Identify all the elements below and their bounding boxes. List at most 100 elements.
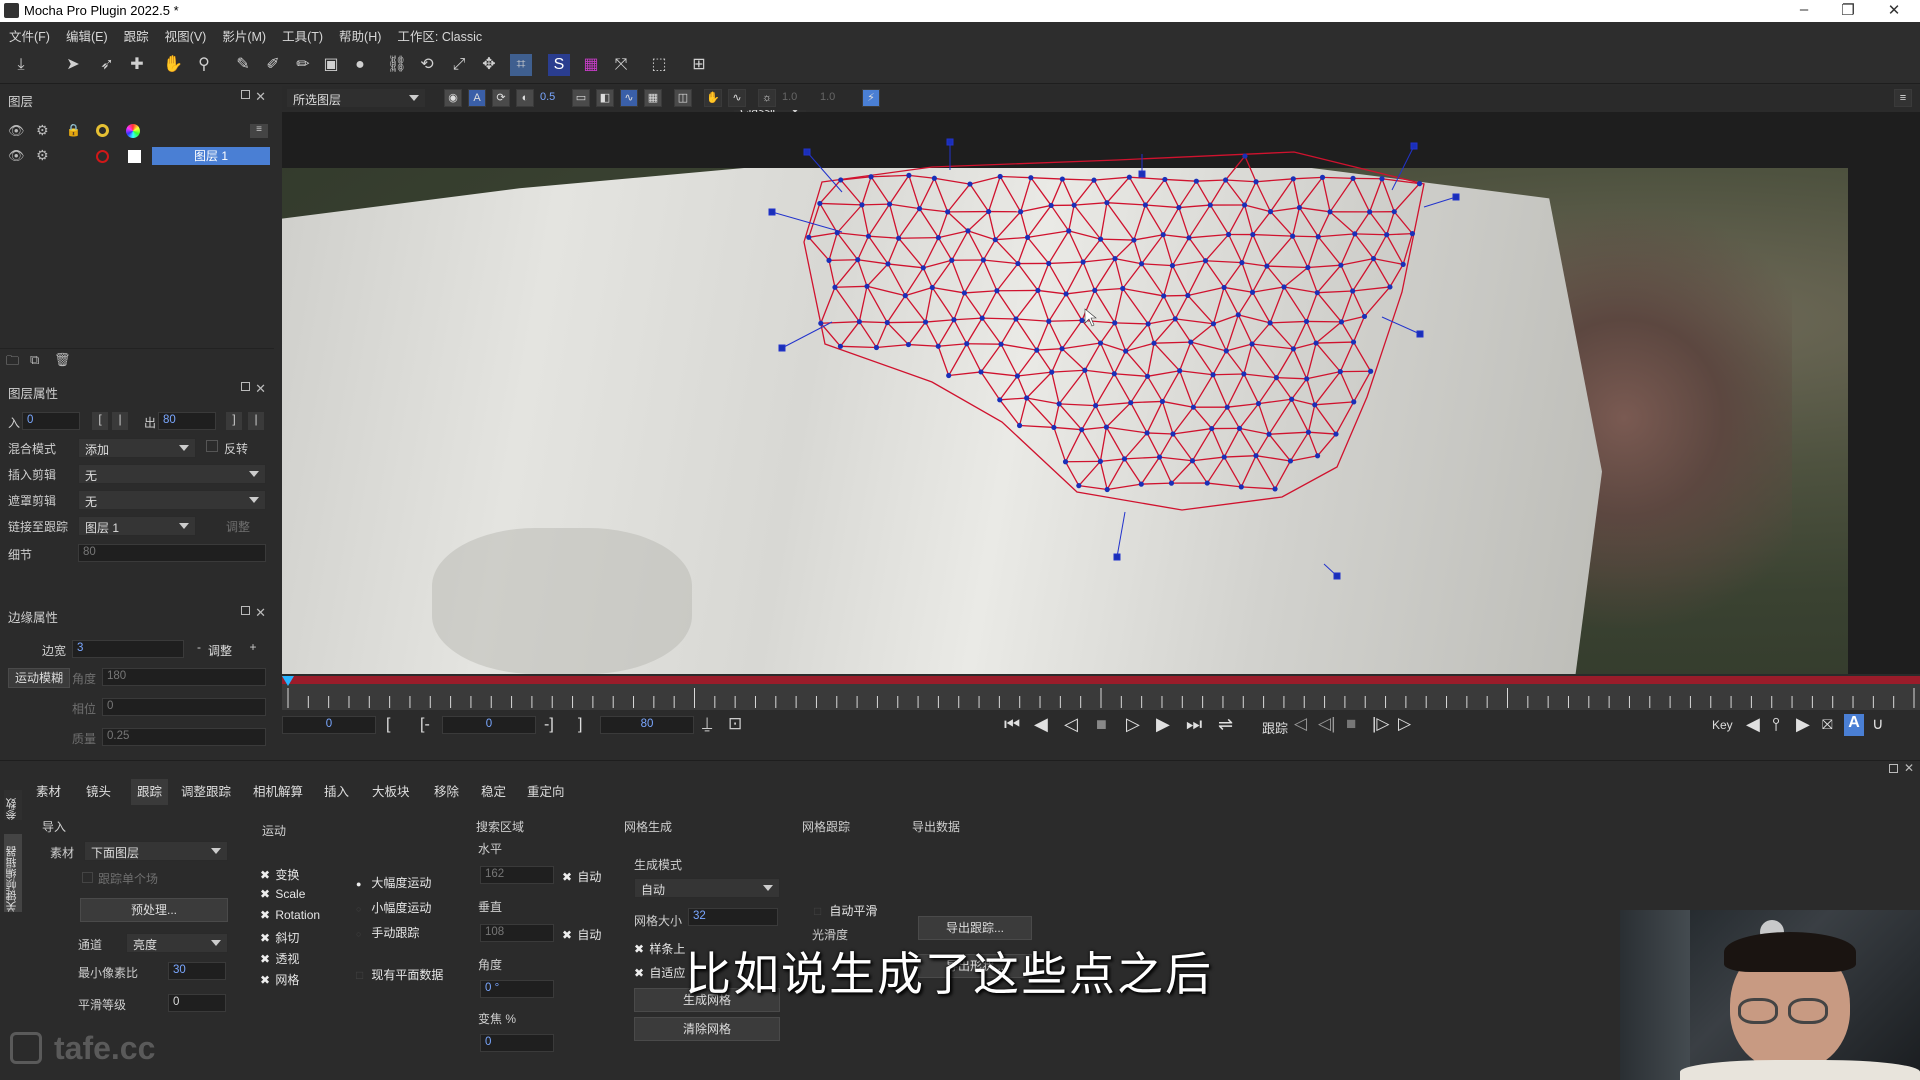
layer-color-swatch[interactable]: [128, 150, 141, 163]
auto-smooth-checkbox[interactable]: □ 自动平滑: [814, 902, 877, 919]
mesh-vertex[interactable]: [931, 175, 937, 181]
mesh-vertex[interactable]: [1097, 340, 1104, 346]
tab-remove[interactable]: 移除: [428, 779, 465, 805]
auto-vertical-checkbox[interactable]: ✖ 自动: [562, 926, 601, 943]
min-pixel-field[interactable]: 30: [168, 962, 226, 980]
mesh-vertex[interactable]: [1241, 202, 1248, 208]
mesh-vertex[interactable]: [1305, 429, 1312, 435]
mesh-vertex[interactable]: [1014, 373, 1021, 379]
check-perspective[interactable]: ✖ 透视: [260, 950, 299, 967]
mesh-vertex[interactable]: [1176, 204, 1182, 211]
menu-workspace[interactable]: 工作区: Classic: [388, 22, 489, 45]
magnet-icon[interactable]: ∪: [1872, 714, 1884, 734]
viewer-area[interactable]: [282, 112, 1920, 674]
matte-overlay-icon[interactable]: ◐: [516, 89, 534, 107]
mesh-vertex[interactable]: [1046, 260, 1052, 267]
mesh-vertex[interactable]: [986, 208, 992, 215]
mesh-vertex[interactable]: [1272, 486, 1278, 492]
mesh-vertex[interactable]: [1048, 202, 1054, 209]
mesh-vertex[interactable]: [945, 209, 951, 215]
mesh-vertex[interactable]: [1350, 175, 1356, 181]
clear-mesh-button[interactable]: 清除网格: [634, 1017, 780, 1041]
mesh-vertex[interactable]: [1352, 231, 1358, 237]
mesh-vertex[interactable]: [1314, 453, 1321, 459]
mesh-vertex[interactable]: [949, 257, 955, 263]
mesh-vertex[interactable]: [1144, 373, 1151, 379]
tab-megaplates[interactable]: 大板块: [366, 779, 416, 805]
mesh-vertex[interactable]: [935, 343, 941, 349]
mesh-vertex[interactable]: [1333, 431, 1339, 437]
add-key-icon[interactable]: ⫯: [1772, 714, 1780, 735]
mesh-vertex[interactable]: [1264, 263, 1270, 269]
mesh-vertex[interactable]: [1128, 400, 1134, 406]
blend-mode-select[interactable]: 添加: [78, 438, 196, 458]
mesh-vertex[interactable]: [980, 257, 986, 263]
mesh-vertex[interactable]: [1290, 176, 1296, 182]
mesh-vertex[interactable]: [1097, 458, 1103, 464]
link-track-select[interactable]: 图层 1: [78, 516, 196, 536]
mesh-vertex[interactable]: [817, 200, 823, 207]
mesh-vertex[interactable]: [1209, 425, 1215, 432]
mesh-vertex[interactable]: [1241, 371, 1247, 377]
save-icon[interactable]: ⤓: [10, 54, 32, 76]
spline-handle[interactable]: [946, 138, 954, 146]
mesh-vertex[interactable]: [1236, 425, 1243, 431]
menu-movie[interactable]: 影片(M): [213, 22, 273, 45]
mesh-vertex[interactable]: [834, 230, 840, 236]
layer-filter-select[interactable]: 所选图层: [286, 88, 426, 108]
generation-mode-select[interactable]: 自动: [634, 878, 780, 898]
hand-tool-icon[interactable]: ✋: [162, 54, 184, 76]
ellipse-tool-icon[interactable]: ●: [349, 54, 371, 76]
zoom-timeline-icon[interactable]: ⍊: [702, 714, 712, 734]
mesh-vertex[interactable]: [1281, 284, 1287, 290]
mesh-vertex[interactable]: [1314, 290, 1320, 296]
smooth-level-field[interactable]: 0: [168, 994, 226, 1012]
restore-icon[interactable]: ❐: [1828, 1, 1868, 19]
mesh-vertex[interactable]: [1046, 318, 1052, 324]
mesh-vertex[interactable]: [1250, 231, 1256, 238]
mesh-vertex[interactable]: [1312, 402, 1318, 408]
spline-handle[interactable]: [778, 344, 786, 352]
layout-icon[interactable]: ⊞: [688, 54, 710, 76]
xspline-tool-icon[interactable]: ✎: [232, 54, 254, 76]
mesh-vertex[interactable]: [896, 235, 902, 241]
mesh-vertex[interactable]: [1305, 264, 1311, 271]
mesh-vertex[interactable]: [1059, 176, 1065, 182]
alpha-channel-icon[interactable]: A: [468, 89, 486, 107]
mesh-vertex[interactable]: [1384, 232, 1390, 238]
auto-horizontal-checkbox[interactable]: ✖ 自动: [562, 868, 601, 885]
mesh-vertex[interactable]: [1253, 179, 1259, 185]
check-rotation[interactable]: ✖ Rotation: [260, 908, 320, 922]
surface-tool-icon[interactable]: ⌗: [510, 54, 532, 76]
mesh-vertex[interactable]: [1221, 284, 1227, 291]
mesh-vertex[interactable]: [1056, 401, 1062, 407]
mesh-vertex[interactable]: [1249, 289, 1256, 295]
mesh-vertex[interactable]: [1024, 234, 1031, 240]
side-tab-keyframe-editor[interactable]: 关键帧编辑器: [4, 834, 22, 912]
set-in-point-icon[interactable]: [: [386, 716, 390, 734]
mesh-vertex[interactable]: [1112, 256, 1118, 262]
pin-icon[interactable]: [241, 90, 250, 99]
adaptive-checkbox[interactable]: ✖ 自适应: [634, 964, 685, 981]
mesh-vertex[interactable]: [920, 265, 926, 271]
insert-clip-select[interactable]: 无: [78, 464, 266, 484]
mesh-vertex[interactable]: [1409, 231, 1415, 237]
surface-s-icon[interactable]: S: [548, 54, 570, 76]
spline-snap-checkbox[interactable]: ✖ 样条上: [634, 940, 685, 957]
tab-reorient[interactable]: 重定向: [521, 779, 571, 805]
play-backward-icon[interactable]: ◁: [1064, 714, 1078, 735]
stop-icon[interactable]: ■: [1096, 714, 1107, 735]
mesh-vertex[interactable]: [1112, 320, 1118, 326]
mesh-vertex[interactable]: [826, 257, 832, 263]
detail-field[interactable]: 80: [78, 544, 266, 562]
mesh-vertex[interactable]: [1327, 209, 1333, 215]
mesh-vertex[interactable]: [1337, 369, 1343, 375]
mesh-vertex[interactable]: [929, 284, 935, 291]
select-points-icon[interactable]: ➶: [96, 54, 118, 76]
mesh-vertex[interactable]: [1079, 317, 1085, 323]
tab-camera-solve[interactable]: 相机解算: [247, 779, 309, 805]
in-frame-field[interactable]: 0: [282, 716, 376, 734]
show-mattes-icon[interactable]: ◧: [596, 89, 614, 107]
reset-timeline-icon[interactable]: ⊡: [728, 714, 742, 734]
mesh-vertex[interactable]: [1400, 261, 1406, 267]
